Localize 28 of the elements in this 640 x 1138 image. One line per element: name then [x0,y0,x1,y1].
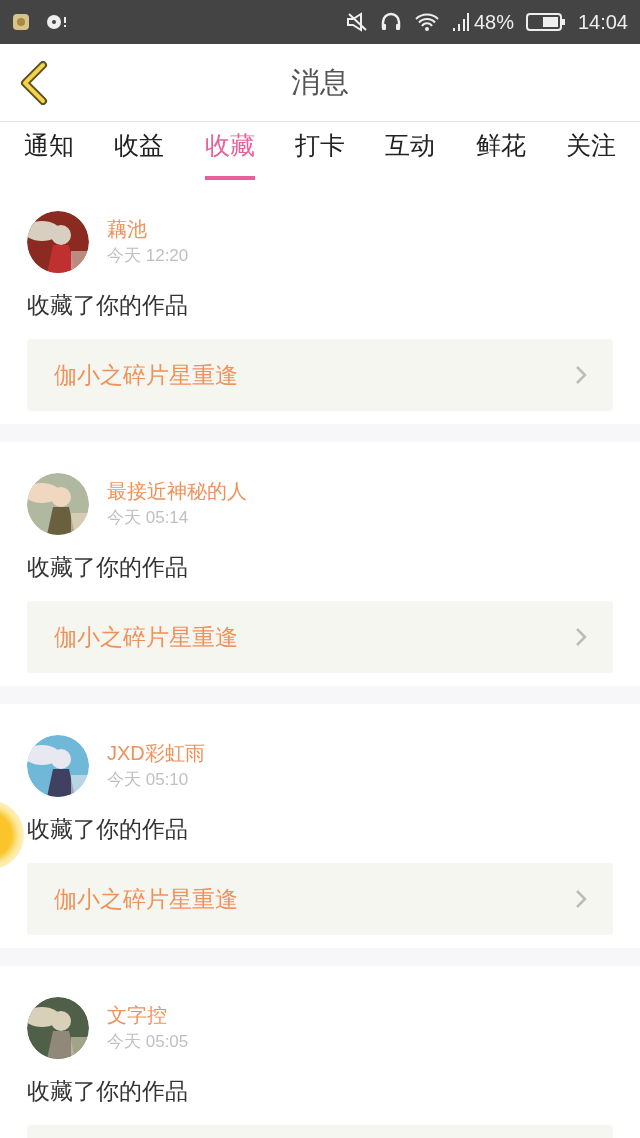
message-time: 今天 05:14 [107,507,190,529]
message-time: 今天 05:10 [107,769,190,791]
tab[interactable]: 关注 [565,122,616,180]
work-link[interactable]: 伽小之碎片星重逢 [27,339,613,411]
work-title: 伽小之碎片星重逢 [54,884,239,914]
user-name[interactable]: 文字控 [107,1001,189,1029]
work-title: 伽小之碎片星重逢 [54,360,239,390]
message-time: 今天 05:05 [107,1031,189,1053]
user-name[interactable]: 最接近神秘的人 [107,477,247,505]
message-text: 收藏了你的作品 [27,815,189,844]
message-text: 收藏了你的作品 [27,291,189,320]
battery-percent: 48% [473,10,514,35]
message-text: 收藏了你的作品 [27,553,189,582]
tab[interactable]: 收藏 [204,122,255,180]
work-link[interactable]: 伽小之碎片星重逢 [27,601,613,673]
tab[interactable]: 打卡 [295,122,345,180]
page-title: 消息 [291,64,349,100]
tab[interactable]: 收益 [114,122,165,180]
tab[interactable]: 通知 [24,122,74,180]
message-time: 今天 12:20 [107,245,189,267]
message-text: 收藏了你的作品 [27,1077,189,1106]
work-link[interactable]: 伽小之碎片星重逢 [27,863,613,935]
tab[interactable]: 鲜花 [475,122,526,180]
work-title: 伽小之碎片星重逢 [54,622,239,652]
user-name[interactable]: JXD彩虹雨 [107,739,205,767]
status-time: 14:04 [577,10,628,35]
tab[interactable]: 互动 [385,122,436,180]
user-name[interactable]: 藕池 [107,215,189,243]
